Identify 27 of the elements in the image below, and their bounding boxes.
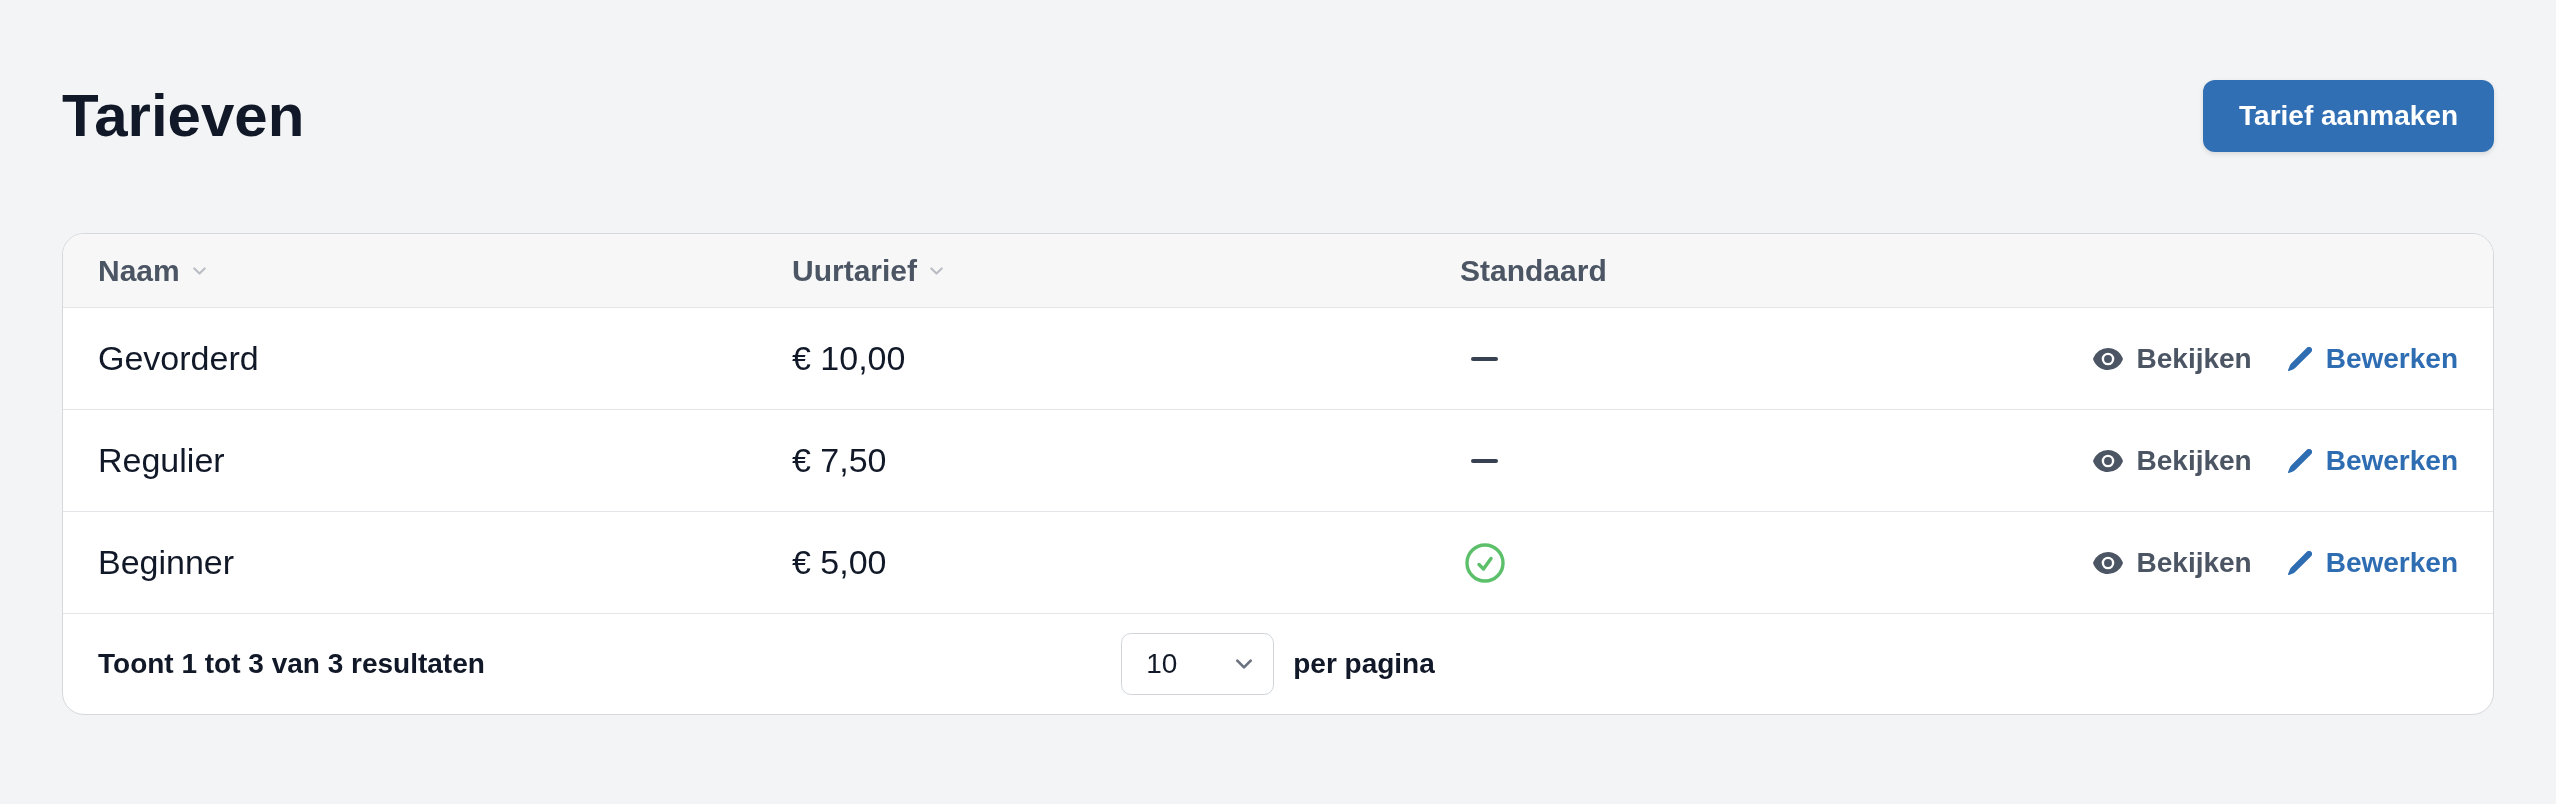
results-summary: Toont 1 tot 3 van 3 resultaten — [98, 648, 485, 680]
eye-icon — [2092, 551, 2123, 574]
table-cell: Regulier — [98, 441, 225, 480]
column-header: Standaard — [1460, 253, 1607, 288]
pencil-icon — [2287, 346, 2312, 371]
table-cell: Beginner — [98, 543, 235, 582]
view-link[interactable]: Bekijken — [2092, 444, 2252, 477]
pencil-icon — [2287, 448, 2312, 473]
column-header[interactable]: Naam — [98, 253, 206, 288]
eye-icon — [2092, 347, 2123, 370]
pencil-icon — [2287, 550, 2312, 575]
table-cell: Gevorderd — [98, 339, 259, 378]
edit-link[interactable]: Bewerken — [2287, 546, 2458, 579]
view-link[interactable]: Bekijken — [2092, 342, 2252, 375]
page-title: Tarieven — [62, 86, 305, 146]
column-header[interactable]: Uurtarief — [792, 253, 944, 288]
per-page-label: per pagina — [1293, 648, 1435, 680]
table-cell: € 7,50 — [792, 441, 887, 480]
per-page-select[interactable]: 10 — [1121, 633, 1275, 695]
table-cell: € 10,00 — [792, 339, 906, 378]
create-button[interactable]: Tarief aanmaken — [2203, 80, 2494, 152]
chevron-icon — [1235, 659, 1254, 669]
view-link[interactable]: Bekijken — [2092, 546, 2252, 579]
table-cell: € 5,00 — [792, 543, 887, 582]
edit-link[interactable]: Bewerken — [2287, 444, 2458, 477]
eye-icon — [2092, 449, 2123, 472]
edit-link[interactable]: Bewerken — [2287, 342, 2458, 375]
